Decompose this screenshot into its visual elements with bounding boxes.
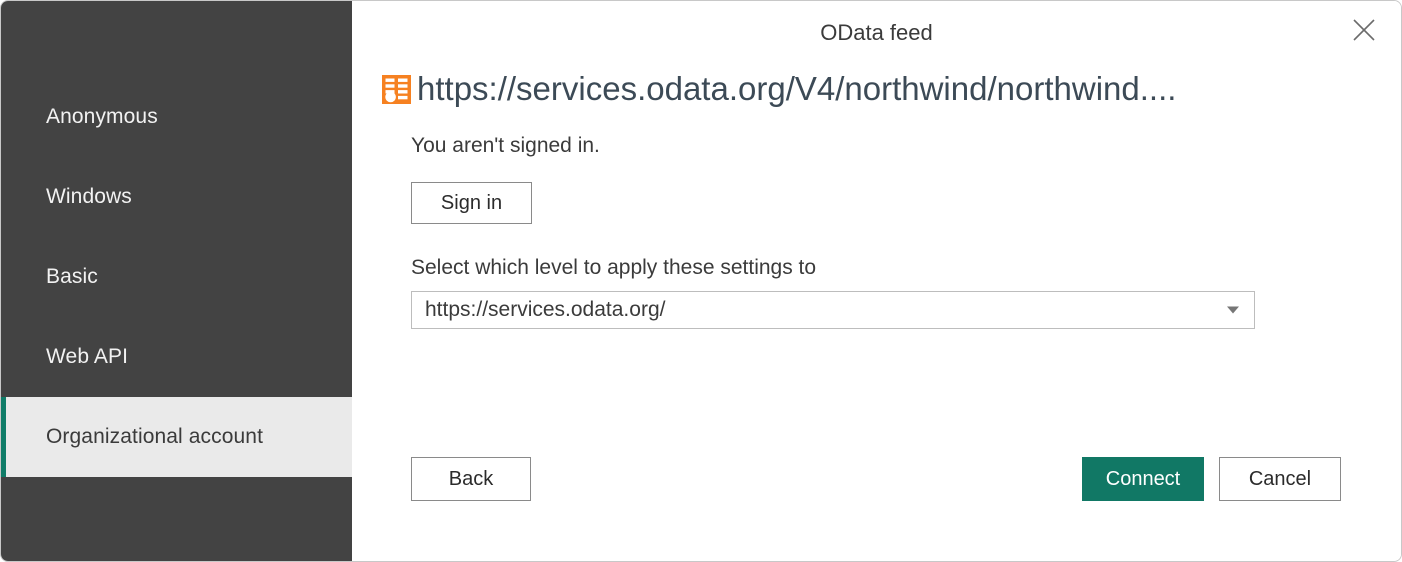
sign-in-status-message: You aren't signed in. bbox=[411, 134, 600, 158]
connect-button[interactable]: Connect bbox=[1082, 457, 1204, 501]
dialog-content: You aren't signed in. Sign in Select whi… bbox=[352, 134, 1401, 330]
sidebar-item-windows[interactable]: Windows bbox=[1, 157, 352, 237]
sidebar-item-basic[interactable]: Basic bbox=[1, 237, 352, 317]
sidebar-item-label: Basic bbox=[46, 265, 98, 288]
source-url-row: https://services.odata.org/V4/northwind/… bbox=[352, 71, 1401, 107]
level-select-value: https://services.odata.org/ bbox=[425, 298, 666, 322]
page-title: OData feed bbox=[820, 20, 933, 45]
source-url: https://services.odata.org/V4/northwind/… bbox=[417, 71, 1177, 107]
sidebar-item-organizational-account[interactable]: Organizational account bbox=[1, 397, 352, 477]
sign-in-button[interactable]: Sign in bbox=[411, 182, 532, 225]
cancel-button[interactable]: Cancel bbox=[1219, 457, 1341, 501]
sidebar-item-label: Anonymous bbox=[46, 105, 158, 128]
sidebar-item-label: Windows bbox=[46, 185, 132, 208]
dialog-title-bar: OData feed bbox=[352, 1, 1401, 65]
selection-accent-bar bbox=[1, 397, 6, 477]
sidebar-item-anonymous[interactable]: Anonymous bbox=[1, 77, 352, 157]
sidebar-item-label: Web API bbox=[46, 345, 129, 368]
close-icon bbox=[1353, 19, 1375, 41]
level-select[interactable]: https://services.odata.org/ bbox=[411, 291, 1255, 330]
back-button[interactable]: Back bbox=[411, 457, 531, 501]
level-selector-label: Select which level to apply these settin… bbox=[411, 256, 817, 280]
close-button[interactable] bbox=[1341, 7, 1387, 53]
sidebar-item-label: Organizational account bbox=[46, 425, 263, 448]
dialog-main-panel: OData feed https://services.odata.org/V4… bbox=[352, 1, 1401, 561]
chevron-down-icon bbox=[1227, 306, 1239, 314]
odata-table-icon bbox=[382, 74, 411, 104]
odata-feed-dialog: Anonymous Windows Basic Web API Organiza… bbox=[0, 0, 1402, 562]
sidebar-item-web-api[interactable]: Web API bbox=[1, 317, 352, 397]
authentication-method-sidebar: Anonymous Windows Basic Web API Organiza… bbox=[1, 1, 352, 561]
dialog-footer: Back Connect Cancel bbox=[352, 457, 1401, 501]
